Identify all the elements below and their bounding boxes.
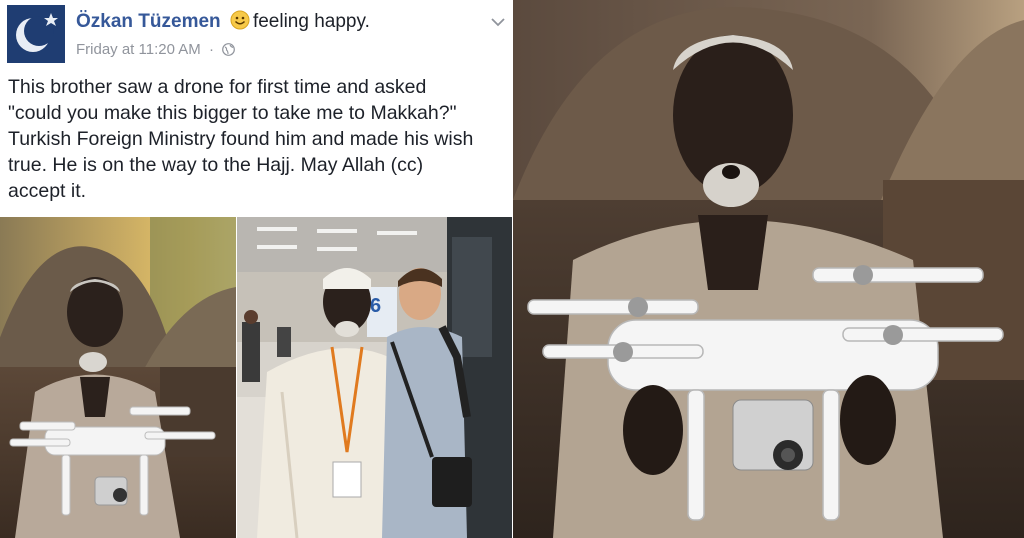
author-name[interactable]: Özkan Tüzemen	[76, 11, 221, 32]
globe-icon[interactable]	[222, 43, 236, 56]
post-text-line: "could you make this bigger to take me t…	[8, 102, 457, 124]
post-timestamp[interactable]: Friday at 11:20 AM	[76, 41, 201, 58]
photo-man-with-drone-large[interactable]	[513, 0, 1024, 538]
meta-separator: ·	[208, 41, 214, 58]
chevron-down-icon[interactable]	[490, 14, 506, 30]
author-line: Özkan Tüzemen feeling happy.	[76, 10, 370, 33]
crescent-star-icon	[7, 5, 65, 63]
post-text-line: Turkish Foreign Ministry found him and m…	[8, 128, 474, 150]
feeling-text: feeling happy.	[252, 11, 370, 32]
post-body-text: This brother saw a drone for first time …	[8, 74, 508, 204]
post-text-line: accept it.	[8, 180, 87, 202]
terminal-sign-number: 6	[370, 295, 381, 317]
post-header: Özkan Tüzemen feeling happy. Friday at 1…	[0, 0, 512, 70]
photo-man-with-drone-small[interactable]	[0, 217, 236, 538]
author-avatar[interactable]	[7, 5, 65, 63]
post-text-line: true. He is on the way to the Hajj. May …	[8, 154, 424, 176]
post-text-line: This brother saw a drone for first time …	[8, 76, 427, 98]
facebook-post: Özkan Tüzemen feeling happy. Friday at 1…	[0, 0, 512, 538]
photo-airport-two-men[interactable]: 6	[237, 217, 512, 538]
post-meta: Friday at 11:20 AM ·	[76, 41, 236, 58]
smiley-icon	[230, 10, 250, 30]
